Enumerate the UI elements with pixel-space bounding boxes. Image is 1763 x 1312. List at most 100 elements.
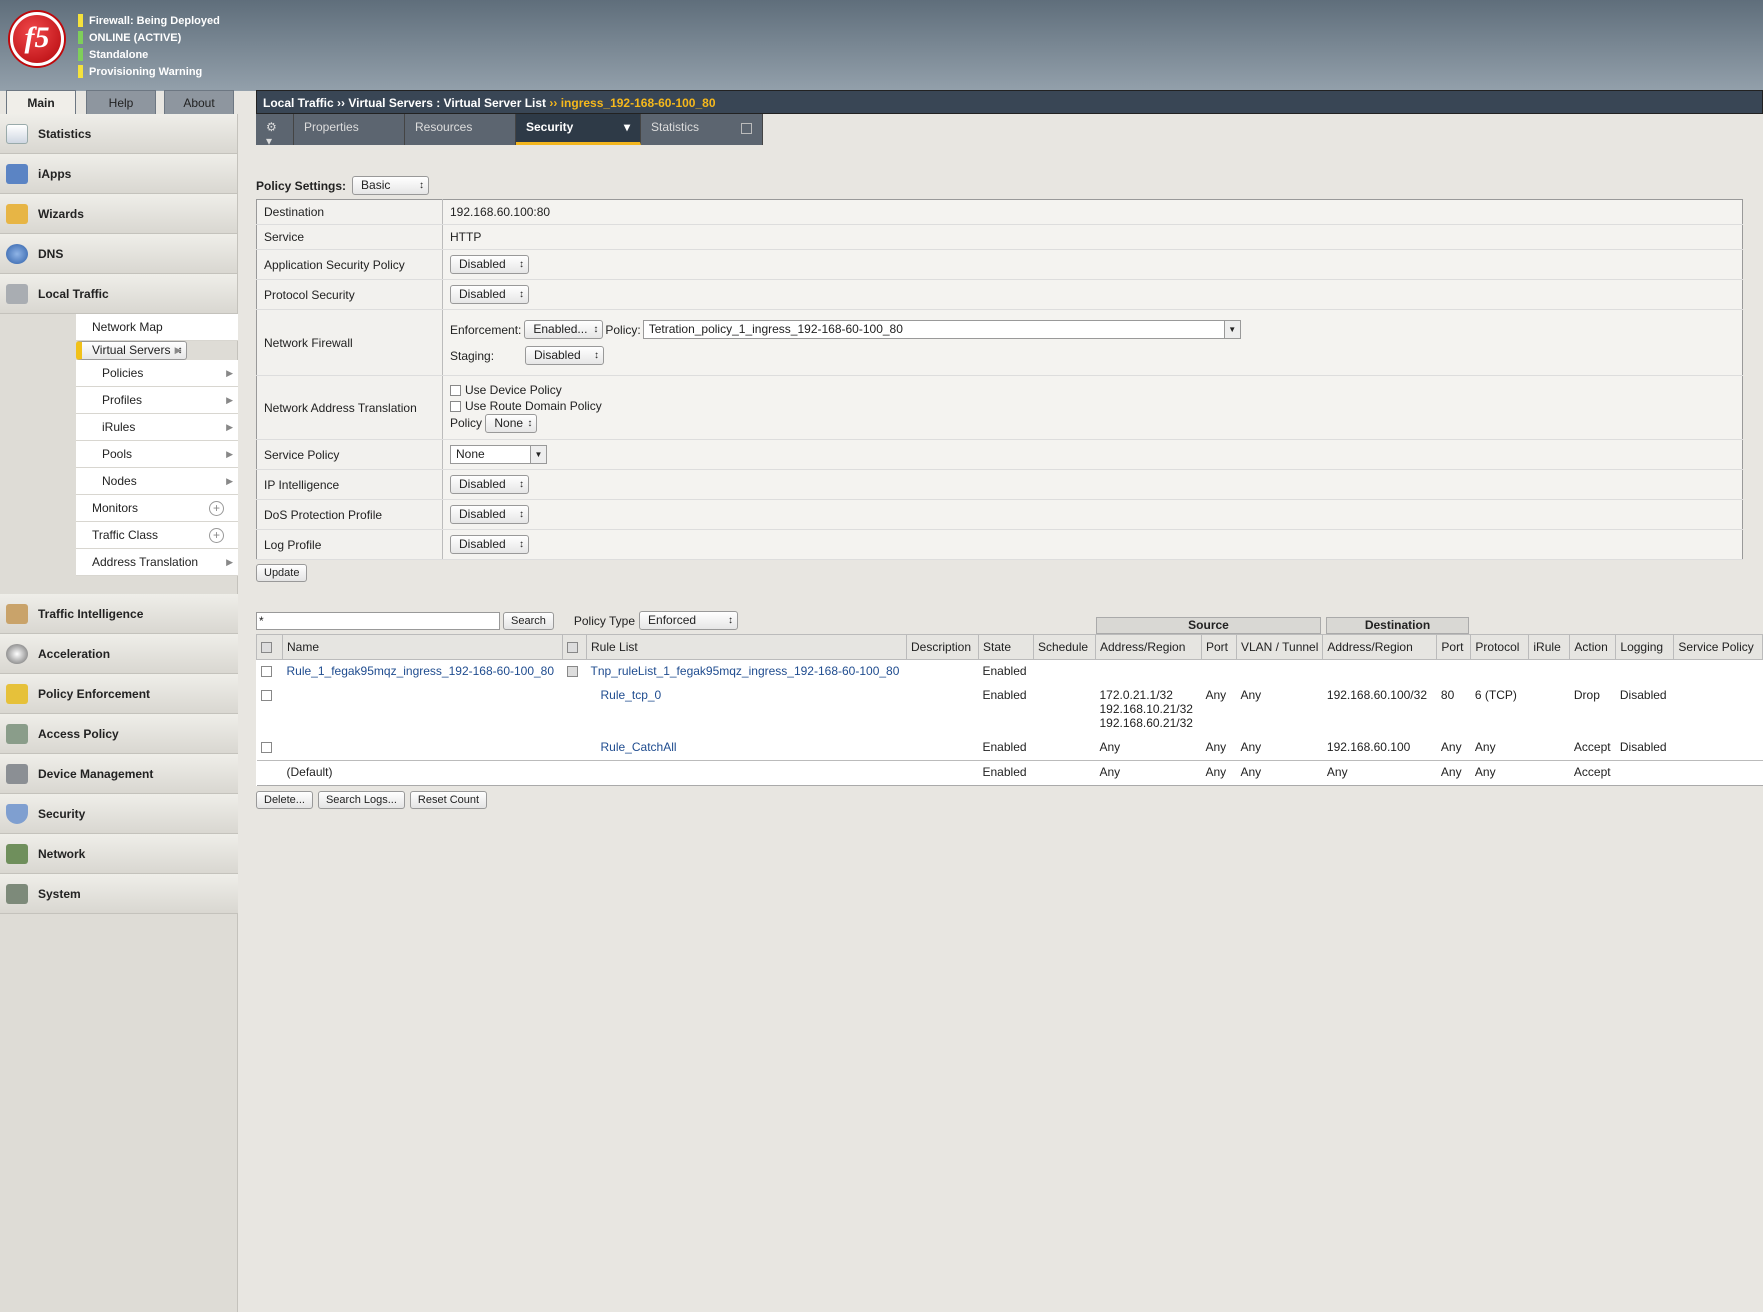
sidebar-item-network-map[interactable]: Network Map: [76, 314, 238, 341]
status-online[interactable]: ONLINE (ACTIVE): [78, 29, 220, 46]
action: Drop: [1573, 687, 1600, 702]
column-destination-address[interactable]: Address/Region: [1322, 634, 1438, 660]
firewall-policy-combo[interactable]: Tetration_policy_1_ingress_192-168-60-10…: [642, 320, 1241, 339]
update-button[interactable]: Update: [256, 564, 308, 582]
dos-profile-select[interactable]: Disabled: [450, 505, 529, 524]
protocol-security-select[interactable]: Disabled: [450, 285, 529, 304]
ip-intelligence-select[interactable]: Disabled: [450, 475, 529, 494]
status-panel: Firewall: Being Deployed ONLINE (ACTIVE)…: [78, 12, 220, 80]
column-service-policy[interactable]: Service Policy: [1673, 634, 1763, 660]
collapse-all-icon[interactable]: [567, 642, 578, 654]
use-device-policy-checkbox[interactable]: [450, 385, 461, 397]
rule-link[interactable]: Rule_tcp_0: [601, 688, 662, 702]
f5-logo[interactable]: f5: [10, 12, 64, 66]
staging-select[interactable]: Disabled: [525, 346, 604, 365]
tab-resources[interactable]: Resources: [405, 114, 516, 145]
tab-statistics[interactable]: Statistics: [641, 114, 763, 145]
use-route-domain-policy-checkbox[interactable]: [450, 401, 461, 413]
breadcrumb-local-traffic[interactable]: Local Traffic: [263, 96, 334, 110]
chevron-down-icon[interactable]: ▼: [1223, 321, 1240, 338]
breadcrumb-virtual-server-list[interactable]: Virtual Servers : Virtual Server List: [348, 96, 546, 110]
sidebar-item-virtual-servers[interactable]: Virtual Servers ▶: [76, 341, 188, 360]
sidebar-item-acceleration[interactable]: Acceleration: [0, 634, 238, 674]
vlan-tunnel: Any: [1240, 765, 1262, 779]
column-schedule[interactable]: Schedule: [1033, 634, 1096, 660]
sidebar-item-local-traffic[interactable]: Local Traffic: [0, 274, 237, 314]
row-checkbox[interactable]: [260, 666, 272, 678]
collapse-icon[interactable]: [566, 666, 578, 678]
service-policy-combo[interactable]: None ▼: [450, 445, 547, 464]
table-row[interactable]: (Default) Enabled Any Any Any Any Any An…: [256, 761, 1763, 786]
sidebar-item-system[interactable]: System: [0, 874, 238, 914]
table-actions: Delete... Search Logs... Reset Count: [256, 791, 488, 809]
rule-list-link[interactable]: Tnp_ruleList_1_fegak95mqz_ingress_192-16…: [591, 664, 900, 678]
sidebar-item-network[interactable]: Network: [0, 834, 238, 874]
sidebar-item-statistics[interactable]: Statistics: [0, 114, 237, 154]
column-description[interactable]: Description: [906, 634, 979, 660]
status-provisioning[interactable]: Provisioning Warning: [78, 63, 220, 80]
add-icon[interactable]: +: [209, 528, 224, 543]
tab-properties[interactable]: Properties: [294, 114, 405, 145]
sidebar-item-pools[interactable]: Pools ▶: [76, 441, 238, 468]
asp-select[interactable]: Disabled: [450, 255, 529, 274]
sidebar-item-policies[interactable]: Policies ▶: [76, 360, 238, 387]
rule-name-link[interactable]: Rule_1_fegak95mqz_ingress_192-168-60-100…: [287, 664, 555, 678]
sidebar-item-device-management[interactable]: Device Management: [0, 754, 238, 794]
tab-help[interactable]: Help: [86, 90, 156, 114]
column-source-address[interactable]: Address/Region: [1095, 634, 1202, 660]
column-irule[interactable]: iRule: [1528, 634, 1571, 660]
column-name[interactable]: Name: [282, 634, 563, 660]
sidebar-item-profiles[interactable]: Profiles ▶: [76, 387, 238, 414]
tab-about[interactable]: About: [164, 90, 234, 114]
sidebar-item-policy-enforcement[interactable]: Policy Enforcement: [0, 674, 238, 714]
column-destination-port[interactable]: Port: [1436, 634, 1472, 660]
table-row[interactable]: Rule_CatchAll Enabled Any Any Any 192.16…: [256, 736, 1763, 761]
log-profile-select[interactable]: Disabled: [450, 535, 529, 554]
column-logging[interactable]: Logging: [1615, 634, 1675, 660]
source-port: Any: [1205, 687, 1227, 702]
nat-policy-select[interactable]: None: [485, 414, 538, 433]
policy-settings-select[interactable]: Basic: [352, 176, 430, 195]
sidebar-item-address-translation[interactable]: Address Translation ▶: [76, 549, 238, 576]
add-icon[interactable]: +: [209, 501, 224, 516]
sidebar-item-traffic-class[interactable]: Traffic Class +: [76, 522, 238, 549]
select-all-checkbox[interactable]: [261, 642, 272, 654]
delete-button[interactable]: Delete...: [256, 791, 313, 809]
table-row[interactable]: Rule_tcp_0 Enabled 172.0.21.1/32 192.168…: [257, 684, 1763, 736]
column-vlan-tunnel[interactable]: VLAN / Tunnel: [1235, 634, 1324, 660]
reset-count-button[interactable]: Reset Count: [409, 791, 488, 809]
column-action[interactable]: Action: [1569, 634, 1617, 660]
column-source-port[interactable]: Port: [1201, 634, 1237, 660]
policy-type-select[interactable]: Enforced: [639, 611, 739, 630]
sidebar-item-security[interactable]: Security: [0, 794, 238, 834]
sidebar-item-nodes[interactable]: Nodes ▶: [76, 468, 238, 495]
column-protocol[interactable]: Protocol: [1470, 634, 1530, 660]
search-logs-button[interactable]: Search Logs...: [317, 791, 405, 809]
sidebar-item-access-policy[interactable]: Access Policy: [0, 714, 238, 754]
tab-security[interactable]: Security ▾: [516, 114, 641, 145]
sidebar-item-irules[interactable]: iRules ▶: [76, 414, 238, 441]
chevron-right-icon: ▶: [226, 368, 233, 378]
column-rule-list[interactable]: Rule List: [586, 634, 907, 660]
sidebar-item-traffic-intelligence[interactable]: Traffic Intelligence: [0, 594, 238, 634]
log-profile-label: Log Profile: [256, 529, 443, 560]
sidebar-item-wizards[interactable]: Wizards: [0, 194, 237, 234]
protocol: Any: [1474, 739, 1496, 754]
column-state[interactable]: State: [978, 634, 1034, 660]
enforcement-select[interactable]: Enabled...: [524, 320, 604, 339]
search-button[interactable]: Search: [503, 611, 554, 630]
tab-main[interactable]: Main: [6, 90, 76, 114]
rule-state: Enabled: [982, 739, 1027, 754]
row-checkbox[interactable]: [260, 741, 272, 753]
search-input[interactable]: *: [256, 611, 500, 630]
gear-menu[interactable]: ⚙ ▾: [256, 114, 294, 148]
table-row[interactable]: Rule_1_fegak95mqz_ingress_192-168-60-100…: [257, 660, 1763, 684]
status-firewall[interactable]: Firewall: Being Deployed: [78, 12, 220, 29]
rule-link[interactable]: Rule_CatchAll: [601, 740, 677, 754]
sidebar-item-iapps[interactable]: iApps: [0, 154, 237, 194]
sidebar-item-monitors[interactable]: Monitors +: [76, 495, 238, 522]
chevron-down-icon[interactable]: ▼: [530, 446, 546, 463]
row-checkbox[interactable]: [260, 689, 272, 701]
sidebar-item-dns[interactable]: DNS: [0, 234, 237, 274]
status-standalone[interactable]: Standalone: [78, 46, 220, 63]
